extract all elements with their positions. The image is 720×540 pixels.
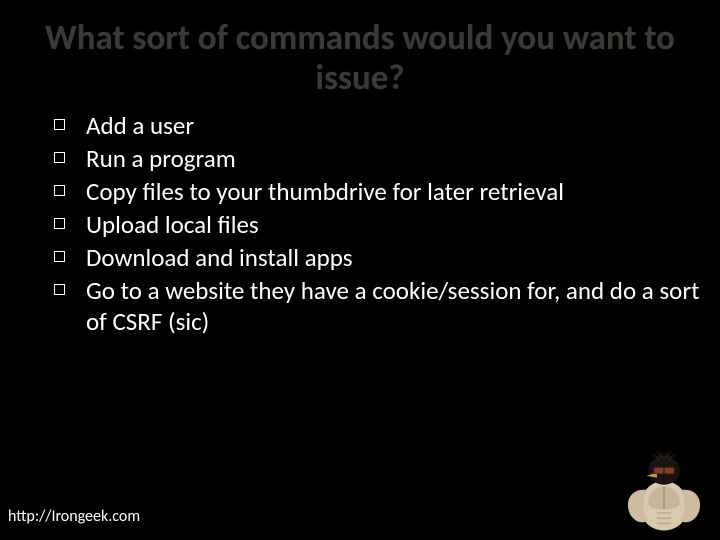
list-item-label: Copy files to your thumbdrive for later … (86, 176, 564, 207)
slide: What sort of commands would you want to … (0, 0, 720, 540)
list-item-label: Download and install apps (86, 242, 353, 273)
slide-body: Add a user Run a program Copy files to y… (0, 99, 720, 338)
checkbox-icon (54, 218, 65, 229)
list-item: Download and install apps (20, 241, 700, 274)
list-item: Run a program (20, 142, 700, 175)
mascot-icon (620, 446, 708, 534)
page-title: What sort of commands would you want to … (0, 0, 720, 99)
checkbox-icon (54, 152, 65, 163)
list-item: Add a user (20, 109, 700, 142)
checkbox-icon (54, 119, 65, 130)
list-item: Go to a website they have a cookie/sessi… (20, 274, 700, 338)
checkbox-icon (54, 251, 65, 262)
footer-url: http://Irongeek.com (8, 507, 140, 526)
list-item: Upload local files (20, 208, 700, 241)
bullet-list: Add a user Run a program Copy files to y… (20, 109, 700, 338)
checkbox-icon (54, 284, 65, 295)
list-item: Copy files to your thumbdrive for later … (20, 175, 700, 208)
checkbox-icon (54, 185, 65, 196)
list-item-label: Upload local files (86, 209, 259, 240)
list-item-label: Go to a website they have a cookie/sessi… (86, 275, 699, 337)
list-item-label: Run a program (86, 143, 236, 174)
list-item-label: Add a user (86, 110, 194, 141)
